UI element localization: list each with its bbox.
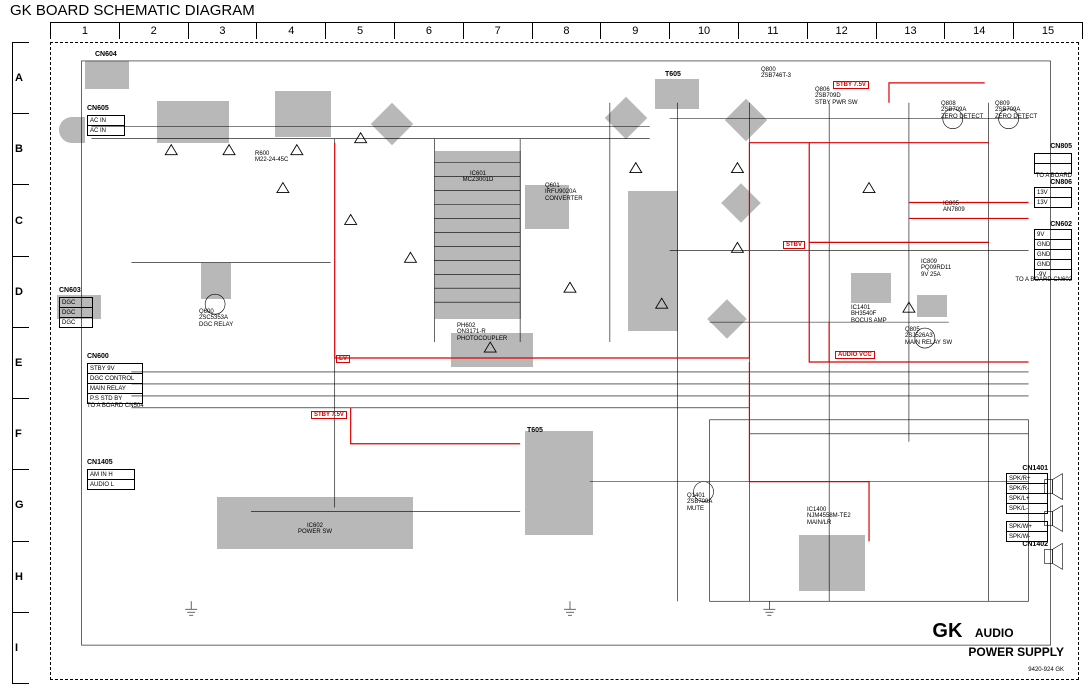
- t605b-ref: T605: [527, 427, 543, 434]
- board-code: GK: [932, 620, 962, 642]
- q600-ann: Q6002SC5353ADGC RELAY: [199, 309, 233, 328]
- cn605-ref: CN605: [87, 105, 109, 112]
- ic1400-ann: IC1400NJM4558M-TE2MAIN/LR: [807, 507, 851, 526]
- q806-ann: Q8062SB709DSTBY PWR SW: [815, 87, 858, 106]
- drawing-rev: 9420-924 GK: [1028, 667, 1064, 673]
- q601-ann: Q601IRFU9020ACONVERTER: [545, 183, 583, 202]
- cn806-pins: 13V 13V: [1034, 187, 1072, 208]
- cn603-pins: DGC DGC DGC: [59, 297, 93, 328]
- cn600-pins: STBY 9V DGC CONTROL MAIN RELAY P.S STD B…: [87, 363, 143, 404]
- cn600-note: TO A BOARD CN504: [87, 403, 144, 409]
- drawing-sheet: AC IN AC IN CN605 CN604 DGC DGC DGC CN60…: [50, 42, 1079, 680]
- cn1405-ref: CN1405: [87, 459, 113, 466]
- ph602-ann: PH602ON3171-RPHOTOCOUPLER: [457, 323, 507, 342]
- cn602-ref: CN602: [1050, 221, 1072, 228]
- ic602-ann: IC602POWER SW: [275, 523, 355, 536]
- ic805-ann: IC805AN7809: [943, 201, 965, 214]
- net-stbv: STBV: [783, 241, 805, 249]
- column-ruler: 123456789101112131415: [50, 22, 1083, 39]
- net-stby75: STBY 7.5V: [311, 411, 347, 419]
- cn600-ref: CN600: [87, 353, 109, 360]
- ic809-ann: IC809PQ09RD119V 25A: [921, 259, 951, 278]
- title-block: GK AUDIO POWER SUPPLY: [932, 620, 1064, 661]
- page-title: GK BOARD SCHEMATIC DIAGRAM: [10, 2, 255, 19]
- net-stby75b: STBY 7.5V: [833, 81, 869, 89]
- cn604-ref: CN604: [95, 51, 117, 58]
- q1401-ann: Q14012SB709AMUTE: [687, 493, 712, 512]
- q805-ann: Q8052SJ526A3MAIN RELAY SW: [905, 327, 952, 346]
- cn806-ref: CN806: [1050, 179, 1072, 186]
- cn603-ref: CN603: [59, 287, 81, 294]
- cn805-ref: CN805: [1050, 143, 1072, 150]
- wiring-overlay: [51, 43, 1078, 679]
- ic1401-ann: IC1401BH3540FBOCUS AMP: [851, 305, 887, 324]
- cn805-pins: [1034, 153, 1072, 174]
- q800-ann: Q8002SB746T-3: [761, 67, 791, 80]
- cn1405-pins: AM IN H AUDIO L: [87, 469, 135, 490]
- t605-ref: T605: [665, 71, 681, 78]
- cn605-pins: AC IN AC IN: [87, 115, 125, 136]
- q809-ann: Q8092SB709AZERO DETECT: [995, 101, 1037, 120]
- cn602-pins: 9V GND GND GND -9V: [1034, 229, 1072, 280]
- r600-ann: R600M22-24-45C: [255, 151, 288, 164]
- q808-ann: Q8082SB709AZERO DETECT: [941, 101, 983, 120]
- ic601-ann: IC601MCZ3001D: [455, 171, 501, 184]
- cn1402-pins: SPK/W+ SPK/W-: [1006, 521, 1048, 542]
- cn1401-pins: SPK/R+ SPK/R- SPK/L+ SPK/L-: [1006, 473, 1048, 514]
- row-ruler: ABCDEFGHI: [12, 42, 29, 684]
- cn1402-ref: CN1402: [1022, 541, 1048, 548]
- net-audiovcc: AUDIO VCC: [835, 351, 875, 359]
- net-ev: EV: [336, 355, 350, 363]
- cn1401-ref: CN1401: [1022, 465, 1048, 472]
- cn602-note: TO A BOARD CN602: [1015, 277, 1072, 283]
